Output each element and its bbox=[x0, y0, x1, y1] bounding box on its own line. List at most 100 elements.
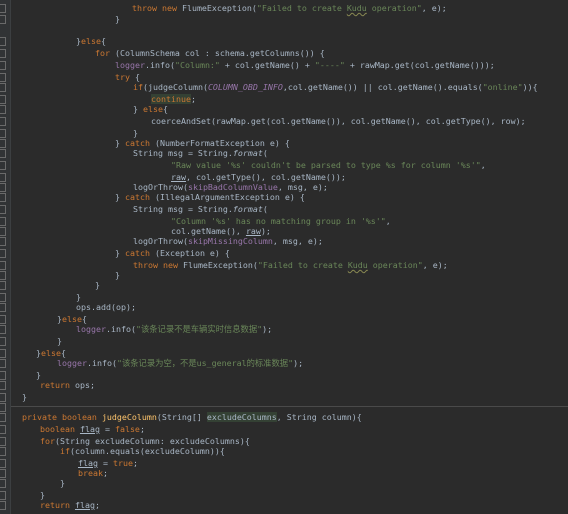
fold-marker-icon[interactable] bbox=[0, 293, 6, 302]
fold-marker-icon[interactable] bbox=[0, 359, 6, 368]
code-token: else bbox=[143, 104, 163, 114]
fold-marker-icon[interactable] bbox=[0, 381, 6, 390]
fold-marker-icon[interactable] bbox=[0, 139, 6, 148]
code-line[interactable]: private boolean judgeColumn(String[] exc… bbox=[22, 412, 362, 423]
code-line[interactable]: } bbox=[95, 280, 100, 291]
fold-marker-icon[interactable] bbox=[0, 217, 6, 226]
fold-marker-icon[interactable] bbox=[0, 83, 6, 92]
fold-marker-icon[interactable] bbox=[0, 261, 6, 270]
fold-marker-icon[interactable] bbox=[0, 501, 6, 510]
code-token: skipBadColumnValue bbox=[187, 182, 278, 192]
fold-marker-icon[interactable] bbox=[0, 437, 6, 446]
code-token: catch bbox=[125, 192, 155, 202]
fold-marker-icon[interactable] bbox=[0, 491, 6, 500]
fold-marker-icon[interactable] bbox=[0, 149, 6, 158]
code-line[interactable]: } bbox=[22, 392, 27, 403]
code-token: if bbox=[133, 82, 143, 92]
code-token: format bbox=[232, 148, 263, 158]
fold-marker-icon[interactable] bbox=[0, 447, 6, 456]
code-line[interactable]: logger.info("Column:" + col.getName() + … bbox=[115, 60, 495, 71]
fold-marker-icon[interactable] bbox=[0, 303, 6, 312]
code-line[interactable]: } bbox=[57, 336, 62, 347]
code-line[interactable]: throw new FlumeException("Failed to crea… bbox=[132, 3, 447, 14]
fold-marker-icon[interactable] bbox=[0, 403, 6, 412]
code-token: )){ bbox=[522, 82, 538, 92]
code-token: FlumeException( bbox=[181, 3, 257, 13]
fold-marker-icon[interactable] bbox=[0, 173, 6, 182]
code-line[interactable]: } bbox=[115, 14, 120, 25]
code-line[interactable]: logger.info("该条记录不是车辆实时信息数据"); bbox=[76, 324, 272, 335]
code-token: logger bbox=[115, 60, 145, 70]
fold-marker-icon[interactable] bbox=[0, 479, 6, 488]
fold-marker-icon[interactable] bbox=[0, 73, 6, 82]
fold-marker-icon[interactable] bbox=[0, 249, 6, 258]
code-line[interactable]: logger.info("该条记录为空，不是us_general的标准数据"); bbox=[57, 358, 303, 369]
code-line[interactable]: } catch (IllegalArgumentException e) { bbox=[115, 192, 305, 203]
fold-marker-icon[interactable] bbox=[0, 4, 6, 13]
fold-marker-icon[interactable] bbox=[0, 49, 6, 58]
fold-marker-icon[interactable] bbox=[0, 337, 6, 346]
code-line[interactable]: } bbox=[60, 478, 65, 489]
code-token: throw new bbox=[133, 260, 183, 270]
fold-marker-icon[interactable] bbox=[0, 193, 6, 202]
fold-marker-icon[interactable] bbox=[0, 95, 6, 104]
code-token: judgeColumn bbox=[101, 412, 157, 422]
code-token: } bbox=[22, 392, 27, 402]
fold-marker-icon[interactable] bbox=[0, 205, 6, 214]
fold-marker-icon[interactable] bbox=[0, 237, 6, 246]
fold-marker-icon[interactable] bbox=[0, 15, 6, 24]
fold-marker-icon[interactable] bbox=[0, 371, 6, 380]
fold-marker-icon[interactable] bbox=[0, 129, 6, 138]
fold-marker-icon[interactable] bbox=[0, 469, 6, 478]
code-line[interactable]: String msg = String.format( bbox=[133, 204, 268, 215]
code-token: throw new bbox=[132, 3, 182, 13]
fold-marker-icon[interactable] bbox=[0, 349, 6, 358]
fold-marker-icon[interactable] bbox=[0, 183, 6, 192]
fold-marker-icon[interactable] bbox=[0, 459, 6, 468]
code-line[interactable]: if(judgeColumn(COLUMN_OBD_INFO,col.getNa… bbox=[133, 82, 538, 93]
editor-gutter[interactable] bbox=[0, 0, 11, 514]
code-token: = bbox=[97, 458, 113, 468]
code-token: } bbox=[115, 14, 120, 24]
fold-marker-icon[interactable] bbox=[0, 413, 6, 422]
fold-marker-icon[interactable] bbox=[0, 37, 6, 46]
code-line[interactable]: } bbox=[115, 270, 120, 281]
code-line[interactable]: ops.add(op); bbox=[76, 302, 136, 313]
code-token: else bbox=[62, 314, 82, 324]
code-line[interactable]: throw new FlumeException("Failed to crea… bbox=[133, 260, 448, 271]
fold-marker-icon[interactable] bbox=[0, 117, 6, 126]
code-token: ); bbox=[262, 324, 273, 334]
code-line[interactable]: return flag; bbox=[40, 500, 100, 511]
fold-marker-icon[interactable] bbox=[0, 281, 6, 290]
code-token: logOrThrow( bbox=[133, 236, 188, 246]
code-token: try bbox=[115, 72, 135, 82]
fold-marker-icon[interactable] bbox=[0, 61, 6, 70]
code-token: operation" bbox=[366, 3, 422, 13]
code-token: catch bbox=[125, 138, 155, 148]
fold-marker-icon[interactable] bbox=[0, 227, 6, 236]
code-line[interactable]: } catch (Exception e) { bbox=[115, 248, 230, 259]
code-line[interactable]: }else{ bbox=[76, 36, 106, 47]
fold-marker-icon[interactable] bbox=[0, 161, 6, 170]
fold-marker-icon[interactable] bbox=[0, 425, 6, 434]
code-line[interactable]: } else{ bbox=[133, 104, 168, 115]
fold-marker-icon[interactable] bbox=[0, 271, 6, 280]
code-token: col.getName(), bbox=[171, 226, 246, 236]
code-line[interactable]: "Raw value '%s' couldn't be parsed to ty… bbox=[171, 160, 486, 171]
fold-marker-icon[interactable] bbox=[0, 105, 6, 114]
code-line[interactable]: return ops; bbox=[40, 380, 95, 391]
fold-marker-icon[interactable] bbox=[0, 325, 6, 334]
code-line[interactable]: if(column.equals(excludeColumn)){ bbox=[60, 446, 225, 457]
code-line[interactable]: String msg = String.format( bbox=[133, 148, 268, 159]
code-token: else bbox=[41, 348, 61, 358]
code-token: .info( bbox=[144, 60, 175, 70]
code-line[interactable]: break; bbox=[78, 468, 108, 479]
fold-marker-icon[interactable] bbox=[0, 393, 6, 402]
code-line[interactable]: for (ColumnSchema col : schema.getColumn… bbox=[95, 48, 325, 59]
code-line[interactable]: coerceAndSet(rawMap.get(col.getName()), … bbox=[151, 116, 526, 127]
code-line[interactable]: logOrThrow(skipMissingColumn, msg, e); bbox=[133, 236, 323, 247]
code-editor[interactable]: throw new FlumeException("Failed to crea… bbox=[0, 0, 568, 514]
code-token: "----" bbox=[314, 60, 345, 70]
fold-marker-icon[interactable] bbox=[0, 315, 6, 324]
code-line[interactable]: boolean flag = false; bbox=[40, 424, 145, 435]
